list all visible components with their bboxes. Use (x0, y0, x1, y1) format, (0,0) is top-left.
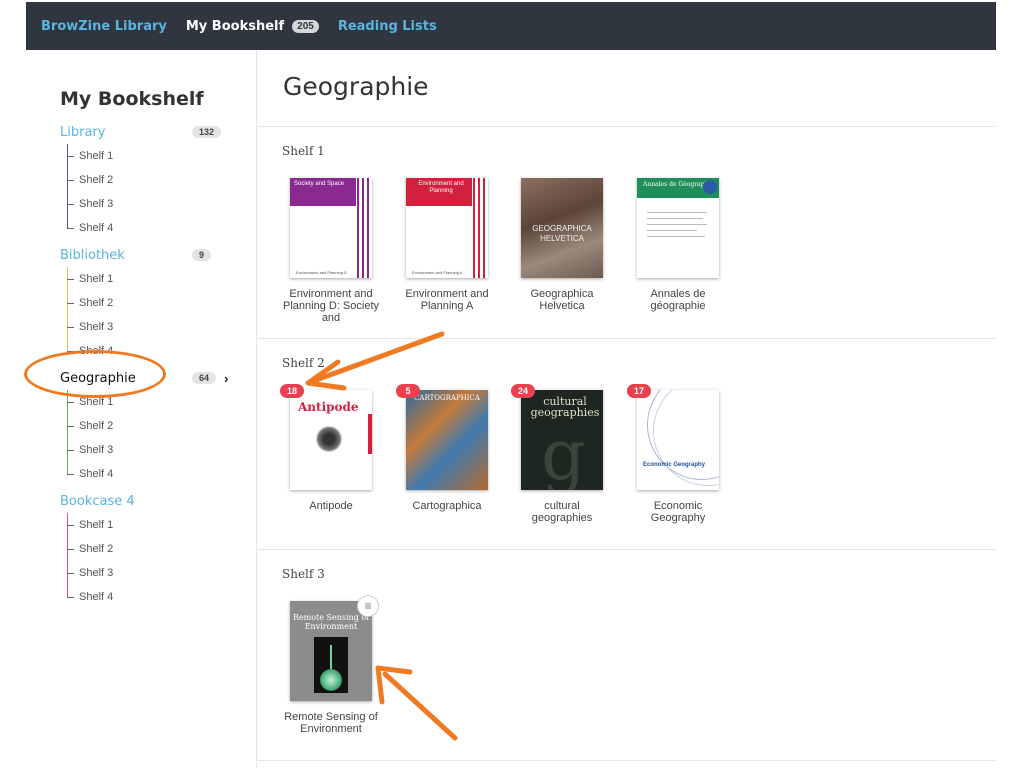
chevron-right-icon[interactable]: › (224, 371, 228, 386)
sidebar: My Bookshelf Library 132 Shelf 1 Shelf 2… (26, 50, 257, 768)
bookcase-name[interactable]: Library (60, 125, 192, 140)
sidebar-shelf-item[interactable]: Shelf 4 (67, 462, 250, 486)
shelf-list: Shelf 1 Shelf 2 Shelf 3 Shelf 4 (67, 513, 250, 609)
bookcase-4: Bookcase 4 Shelf 1 Shelf 2 Shelf 3 Shelf… (60, 489, 250, 609)
unread-count-badge: 17 (627, 384, 651, 398)
nav-browzine-library[interactable]: BrowZine Library (41, 19, 167, 34)
journal-tile[interactable]: 18 Antipode Antipode (280, 384, 381, 512)
journal-cover[interactable]: CARTOGRAPHICA (406, 390, 488, 490)
divider (258, 338, 996, 339)
sidebar-shelf-item[interactable]: Shelf 3 (67, 561, 250, 585)
sidebar-title: My Bookshelf (60, 88, 204, 110)
sidebar-shelf-item[interactable]: Shelf 2 (67, 168, 250, 192)
annotation-highlight-ring (24, 350, 166, 398)
unread-count-badge: 5 (396, 384, 420, 398)
bookcase-count-badge: 64 (192, 372, 217, 384)
sidebar-shelf-item[interactable]: Shelf 3 (67, 192, 250, 216)
journal-title[interactable]: Environment and Planning D: Society and (283, 288, 379, 324)
nav-my-bookshelf[interactable]: My Bookshelf (186, 19, 284, 34)
journal-tile[interactable]: 24 cultural geographies g cultural geogr… (511, 384, 612, 524)
journal-title[interactable]: Economic Geography (630, 500, 726, 524)
page-title: Geographie (283, 72, 429, 101)
nav-reading-lists[interactable]: Reading Lists (338, 19, 437, 34)
my-bookshelf-count-badge: 205 (292, 19, 319, 33)
sidebar-shelf-item[interactable]: Shelf 1 (67, 513, 250, 537)
shelf-list: Shelf 1 Shelf 2 Shelf 3 Shelf 4 (67, 144, 250, 240)
shelf-label: Shelf 1 (282, 144, 325, 158)
journal-title[interactable]: Geographica Helvetica (514, 288, 610, 312)
journal-tile[interactable]: 17 Economic Geography Economic Geography (627, 384, 728, 524)
journal-cover[interactable]: Society and Space Environment and Planni… (290, 178, 372, 278)
sidebar-shelf-item[interactable]: Shelf 1 (67, 144, 250, 168)
divider (258, 549, 996, 550)
bookcase-name[interactable]: Bookcase 4 (60, 494, 192, 509)
journal-cover[interactable]: Remote Sensing of Environment (290, 601, 372, 701)
bookcase-bibliothek: Bibliothek 9 Shelf 1 Shelf 2 Shelf 3 She… (60, 243, 250, 363)
journal-tile[interactable]: ≡ Remote Sensing of Environment Remote S… (281, 595, 381, 735)
shelf-list: Shelf 1 Shelf 2 Shelf 3 Shelf 4 (67, 267, 250, 363)
journal-tile[interactable]: 5 CARTOGRAPHICA Cartographica (396, 384, 497, 512)
journal-cover[interactable]: Annales de Géographie (637, 178, 719, 278)
divider (258, 760, 996, 761)
divider (258, 126, 996, 127)
bookcase-library-header[interactable]: Library 132 (60, 120, 250, 144)
journal-cover[interactable]: Economic Geography (637, 390, 719, 490)
journal-tile[interactable]: GEOGRAPHICA HELVETICA Geographica Helvet… (512, 178, 612, 312)
bookcase-count-badge: 9 (192, 249, 212, 261)
bookcase-bibliothek-header[interactable]: Bibliothek 9 (60, 243, 250, 267)
unread-count-badge: 24 (511, 384, 535, 398)
main-content: Geographie Shelf 1 Society and Space Env… (258, 50, 996, 768)
bookcase-count-badge: 132 (192, 126, 222, 138)
journal-cover[interactable]: Antipode (290, 390, 372, 490)
journal-title[interactable]: Annales de géographie (630, 288, 726, 312)
sidebar-shelf-item[interactable]: Shelf 2 (67, 291, 250, 315)
journal-title[interactable]: Environment and Planning A (399, 288, 495, 312)
top-navigation-bar: BrowZine Library My Bookshelf 205 Readin… (26, 2, 996, 50)
journal-tile[interactable]: Annales de Géographie Annales de géograp… (628, 178, 728, 312)
sidebar-shelf-item[interactable]: Shelf 3 (67, 438, 250, 462)
bookcase-library: Library 132 Shelf 1 Shelf 2 Shelf 3 Shel… (60, 120, 250, 240)
unread-count-badge: 18 (280, 384, 304, 398)
shelf-label: Shelf 2 (282, 356, 325, 370)
shelf-list: Shelf 1 Shelf 2 Shelf 3 Shelf 4 (67, 390, 250, 486)
journal-cover[interactable]: GEOGRAPHICA HELVETICA (521, 178, 603, 278)
sidebar-shelf-item[interactable]: Shelf 4 (67, 585, 250, 609)
sidebar-shelf-item[interactable]: Shelf 2 (67, 414, 250, 438)
bookcase-name[interactable]: Bibliothek (60, 248, 192, 263)
journal-title[interactable]: Cartographica (399, 500, 495, 512)
journal-menu-icon[interactable]: ≡ (357, 595, 379, 617)
journal-title[interactable]: Antipode (283, 500, 379, 512)
journal-tile[interactable]: Society and Space Environment and Planni… (281, 178, 381, 324)
sidebar-shelf-item[interactable]: Shelf 4 (67, 216, 250, 240)
sidebar-shelf-item[interactable]: Shelf 3 (67, 315, 250, 339)
journal-tile[interactable]: Environment and Planning Environment and… (397, 178, 497, 312)
journal-title[interactable]: Remote Sensing of Environment (283, 711, 379, 735)
sidebar-shelf-item[interactable]: Shelf 1 (67, 267, 250, 291)
sidebar-shelf-item[interactable]: Shelf 2 (67, 537, 250, 561)
journal-cover[interactable]: Environment and Planning Environment and… (406, 178, 488, 278)
journal-title[interactable]: cultural geographies (514, 500, 610, 524)
journal-cover[interactable]: cultural geographies g (521, 390, 603, 490)
shelf-label: Shelf 3 (282, 567, 325, 581)
bookcase-4-header[interactable]: Bookcase 4 (60, 489, 250, 513)
